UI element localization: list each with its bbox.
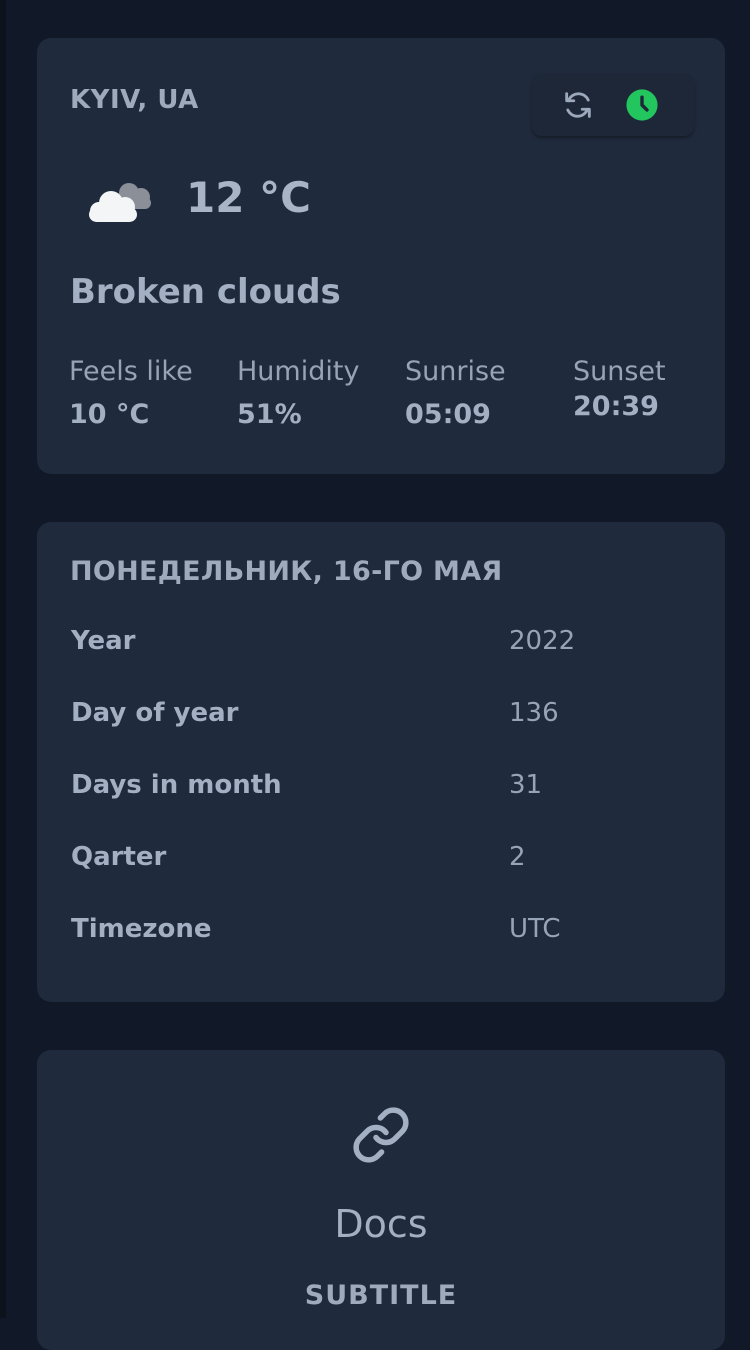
temperature: 12 °C xyxy=(186,173,311,222)
stat-label: Feels like xyxy=(69,356,193,387)
weather-actions xyxy=(532,74,694,136)
docs-card[interactable]: Docs SUBTITLE xyxy=(37,1050,725,1350)
stat-value: 20:39 xyxy=(573,391,659,422)
info-row-days-in-month: Days in month 31 xyxy=(71,770,691,810)
date-info-card: ПОНЕДЕЛЬНИК, 16-ГО МАЯ Year 2022 Day of … xyxy=(37,522,725,1002)
stat-value: 05:09 xyxy=(405,399,491,430)
broken-clouds-icon xyxy=(89,183,151,222)
refresh-button[interactable] xyxy=(560,87,596,123)
stat-sunrise: Sunrise 05:09 xyxy=(405,356,506,430)
info-row-day-of-year: Day of year 136 xyxy=(71,698,691,738)
info-value: UTC xyxy=(509,914,561,944)
info-row-year: Year 2022 xyxy=(71,626,691,666)
date-heading: ПОНЕДЕЛЬНИК, 16-ГО МАЯ xyxy=(70,556,503,587)
refresh-icon xyxy=(565,92,591,118)
info-row-quarter: Qarter 2 xyxy=(71,842,691,882)
info-value: 136 xyxy=(509,698,559,728)
info-label: Qarter xyxy=(71,842,167,872)
stat-value: 51% xyxy=(237,399,302,430)
info-label: Day of year xyxy=(71,698,239,728)
page-edge-shade xyxy=(0,0,6,1318)
info-label: Year xyxy=(71,626,136,656)
stat-humidity: Humidity 51% xyxy=(237,356,359,430)
stat-sunset: Sunset 20:39 xyxy=(573,356,666,422)
clock-icon xyxy=(626,89,658,121)
link-icon xyxy=(353,1107,409,1163)
clock-button[interactable] xyxy=(624,87,660,123)
info-label: Days in month xyxy=(71,770,282,800)
stat-feels-like: Feels like 10 °C xyxy=(69,356,193,430)
info-value: 2 xyxy=(509,842,526,872)
info-label: Timezone xyxy=(71,914,212,944)
stat-label: Humidity xyxy=(237,356,360,387)
weather-card: KYIV, UA 12 °C Broken clouds Feels like … xyxy=(37,38,725,474)
docs-title: Docs xyxy=(334,1202,428,1246)
info-row-timezone: Timezone UTC xyxy=(71,914,691,954)
city-name: KYIV, UA xyxy=(70,85,199,115)
stat-label: Sunset xyxy=(573,356,666,387)
stat-value: 10 °C xyxy=(69,399,150,430)
weather-description: Broken clouds xyxy=(70,272,341,312)
docs-subtitle: SUBTITLE xyxy=(304,1280,458,1311)
info-value: 31 xyxy=(509,770,543,800)
info-value: 2022 xyxy=(509,626,576,656)
stat-label: Sunrise xyxy=(405,356,506,387)
